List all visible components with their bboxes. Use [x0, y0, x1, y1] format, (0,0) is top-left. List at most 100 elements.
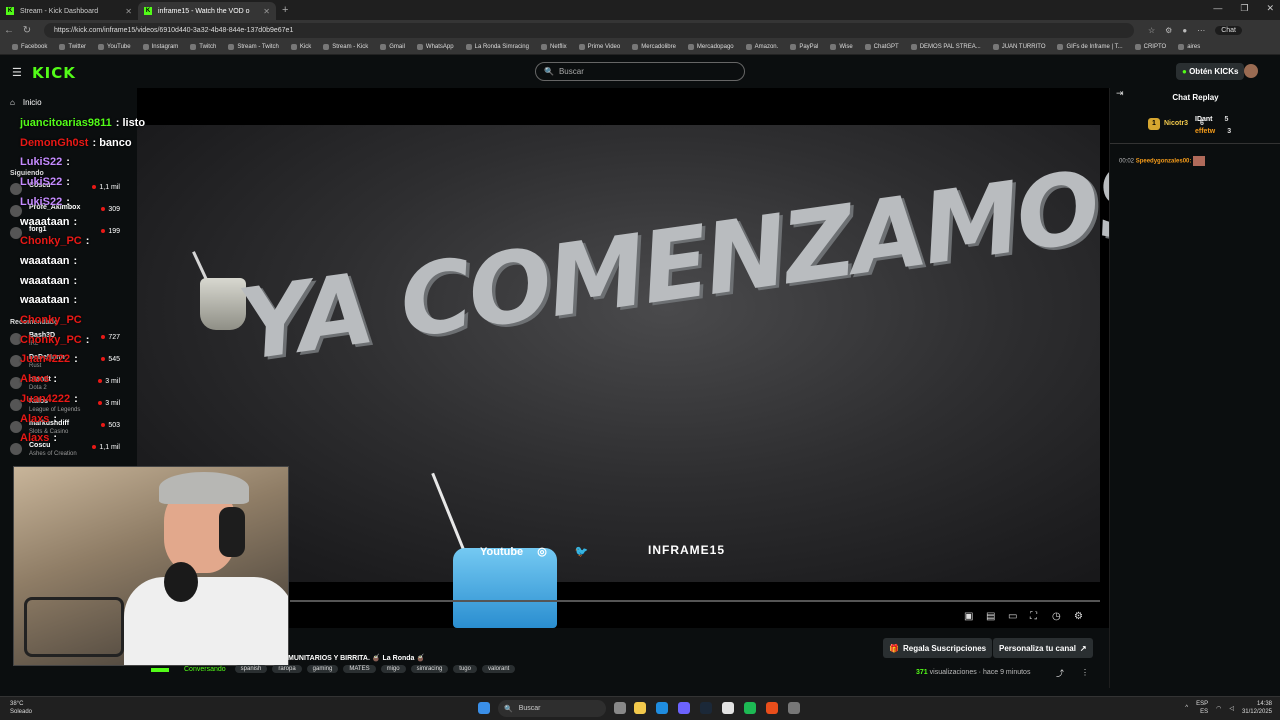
new-tab-icon[interactable]: +: [276, 4, 294, 16]
sidebar-item-label: Inicio: [22, 98, 42, 107]
bookmark-item[interactable]: WhatsApp: [411, 44, 460, 50]
bookmark-item[interactable]: Instagram: [137, 44, 185, 50]
copilot-chat-button[interactable]: Chat: [1215, 25, 1242, 35]
bookmark-item[interactable]: Kick: [285, 44, 317, 50]
category-link[interactable]: Conversando: [184, 666, 226, 673]
bookmark-icon: [465, 44, 472, 50]
gift-subs-button[interactable]: 🎁 Regala Suscripciones: [883, 638, 993, 658]
clock[interactable]: 14:38 31/12/2025: [1242, 700, 1272, 716]
chevron-up-icon[interactable]: ^: [1185, 705, 1188, 711]
steam-icon[interactable]: [700, 702, 712, 714]
theater-mode-icon[interactable]: ▭: [1008, 611, 1017, 622]
bookmark-label: YouTube: [107, 44, 131, 50]
settings-icon[interactable]: [788, 702, 800, 714]
tag-chip[interactable]: MATES: [343, 665, 376, 673]
video-progress-bar[interactable]: [290, 600, 1100, 602]
tag-chip[interactable]: spanish: [234, 665, 268, 673]
bookmark-label: DEMOS PAL STREA...: [919, 44, 981, 50]
overlay-chat-line: juancitoarias9811: listo: [20, 117, 145, 129]
tab-inframe15-vod[interactable]: K inframe15 - Watch the VOD o ✕: [138, 2, 276, 20]
profile-icon[interactable]: ●: [1182, 26, 1187, 35]
maximize-icon[interactable]: ❐: [1240, 3, 1248, 14]
close-tab-icon[interactable]: ✕: [263, 7, 270, 16]
bookmark-item[interactable]: Stream - Kick: [317, 44, 374, 50]
search-input[interactable]: 🔍 Buscar: [535, 62, 745, 81]
back-icon[interactable]: ←: [0, 25, 18, 36]
taskbar-search[interactable]: 🔍 Buscar: [498, 700, 606, 717]
bookmark-item[interactable]: Mercadolibre: [626, 44, 682, 50]
bookmark-item[interactable]: GIFs de Inframe | T...: [1051, 44, 1128, 50]
menu-icon[interactable]: ⋯: [1197, 26, 1205, 35]
tag-chip[interactable]: simracing: [410, 665, 449, 673]
url-field[interactable]: https://kick.com/inframe15/videos/6910d4…: [44, 22, 1134, 38]
leader-name[interactable]: effetw: [1195, 128, 1215, 135]
extensions-icon[interactable]: ⚙: [1165, 26, 1172, 35]
close-tab-icon[interactable]: ✕: [125, 7, 132, 16]
bookmark-item[interactable]: Amazon.: [740, 44, 785, 50]
tag-chip[interactable]: valorant: [481, 665, 516, 673]
bookmark-item[interactable]: Mercadopago: [682, 44, 740, 50]
sidebar-item-home[interactable]: ⌂ Inicio: [10, 98, 42, 107]
weather-widget[interactable]: 38°C Soleado: [10, 700, 32, 716]
refresh-icon[interactable]: ↻: [18, 25, 36, 36]
tag-chip[interactable]: raropa: [272, 665, 302, 673]
bookmark-item[interactable]: ChatGPT: [859, 44, 905, 50]
overlay-chat-text: :: [73, 274, 78, 287]
settings-gear-icon[interactable]: ⚙: [1074, 611, 1083, 622]
overlay-chat-user: Alaxs: [20, 432, 50, 445]
bookmark-item[interactable]: La Ronda Simracing: [460, 44, 535, 50]
more-options-icon[interactable]: ⋮: [1081, 668, 1089, 677]
language-indicator[interactable]: ESP ES: [1196, 700, 1208, 716]
edge-icon[interactable]: [656, 702, 668, 714]
weather-text: Soleado: [10, 709, 33, 715]
tag-chip[interactable]: tugo: [453, 665, 477, 673]
twitter-icon: 🐦: [574, 546, 589, 558]
bookmark-icon: [1178, 44, 1185, 50]
file-explorer-icon[interactable]: [634, 702, 646, 714]
leader-name[interactable]: Nicotr3: [1164, 120, 1188, 127]
kick-logo[interactable]: KICK: [32, 64, 76, 82]
hamburger-menu-icon[interactable]: ☰: [12, 66, 22, 79]
bookmark-item[interactable]: Gmail: [374, 44, 411, 50]
discord-icon[interactable]: [678, 702, 690, 714]
speed-icon[interactable]: ◷: [1052, 611, 1061, 622]
app-icon[interactable]: [722, 702, 734, 714]
star-icon[interactable]: ☆: [1148, 26, 1155, 35]
bookmark-icon: [632, 44, 639, 50]
bookmark-item[interactable]: PayPal: [784, 44, 824, 50]
bookmark-item[interactable]: aires: [1172, 44, 1206, 50]
chat-username[interactable]: Speedygonzales00:: [1136, 159, 1192, 165]
windows-start-icon[interactable]: [478, 702, 490, 714]
user-avatar[interactable]: [1244, 64, 1258, 78]
minimize-icon[interactable]: —: [1213, 3, 1222, 14]
bookmark-item[interactable]: Twitter: [53, 44, 92, 50]
bookmark-item[interactable]: DEMOS PAL STREA...: [905, 44, 987, 50]
share-icon[interactable]: ⤴: [1056, 668, 1064, 679]
wifi-icon[interactable]: ◠: [1216, 705, 1221, 712]
spotify-icon[interactable]: [744, 702, 756, 714]
clip-icon[interactable]: ▤: [986, 611, 995, 622]
fullscreen-icon[interactable]: ⛶: [1030, 611, 1037, 622]
close-window-icon[interactable]: ✕: [1266, 3, 1274, 14]
overlay-chat-line: waaataan:: [20, 275, 77, 287]
tab-kick-dashboard[interactable]: K Stream - Kick Dashboard ✕: [0, 2, 138, 20]
task-view-icon[interactable]: [614, 702, 626, 714]
obs-icon[interactable]: [766, 702, 778, 714]
bookmark-item[interactable]: YouTube: [92, 44, 137, 50]
overlay-chat-text: :: [74, 392, 78, 405]
bookmark-item[interactable]: JUAN TURRITO: [987, 44, 1052, 50]
bookmark-item[interactable]: Facebook: [6, 44, 53, 50]
bookmark-item[interactable]: Wise: [824, 44, 858, 50]
customize-channel-button[interactable]: Personaliza tu canal ↗: [993, 638, 1093, 658]
bookmark-item[interactable]: Prime Video: [573, 44, 627, 50]
get-kicks-button[interactable]: ● Obtén KICKs: [1176, 63, 1245, 80]
bookmark-item[interactable]: CRIPTO: [1129, 44, 1173, 50]
tag-chip[interactable]: gaming: [306, 665, 339, 673]
bookmark-item[interactable]: Stream - Twitch: [222, 44, 285, 50]
bookmark-item[interactable]: Twitch: [184, 44, 222, 50]
bookmark-item[interactable]: Netflix: [535, 44, 573, 50]
leader-name[interactable]: IDant: [1195, 116, 1213, 123]
tag-chip[interactable]: migo: [380, 665, 406, 673]
miniplayer-icon[interactable]: ▣: [964, 611, 973, 622]
volume-icon[interactable]: ◁: [1229, 705, 1234, 712]
